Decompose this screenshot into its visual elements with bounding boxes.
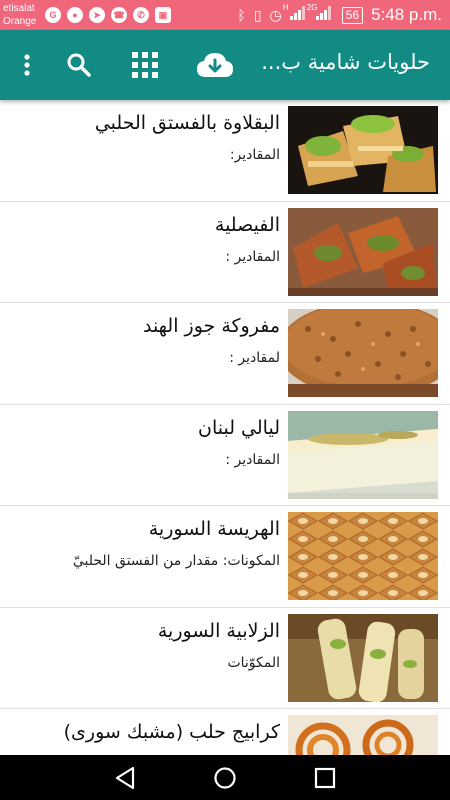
recipe-title: كرابيج حلب (مشبك سورى) bbox=[63, 721, 280, 743]
home-icon[interactable] bbox=[210, 763, 240, 793]
more-vert-icon[interactable] bbox=[9, 47, 45, 83]
network-h-label: H bbox=[282, 2, 289, 12]
recipe-title: البقلاوة بالفستق الحلبي bbox=[94, 112, 280, 134]
list-item[interactable]: الزلابية السورية المكوّنات bbox=[0, 607, 450, 709]
carrier-line-2: Orange bbox=[3, 16, 37, 27]
phone-icon: ☎ bbox=[111, 7, 127, 23]
recipe-subtitle: المكونات: مقدار من الفستق الحلبيّ bbox=[72, 553, 280, 569]
search-icon[interactable] bbox=[61, 47, 97, 83]
recipe-thumbnail bbox=[288, 613, 438, 702]
back-icon[interactable] bbox=[110, 763, 140, 793]
recipe-subtitle: المقادير : bbox=[225, 451, 280, 468]
gallery-icon: ▣ bbox=[155, 7, 171, 23]
alarm-icon: ◷ bbox=[269, 7, 282, 23]
bluetooth-icon: ᛒ bbox=[237, 7, 246, 23]
list-item[interactable]: الهريسة السورية المكونات: مقدار من الفست… bbox=[0, 506, 450, 608]
carrier-label: etisalat Orange bbox=[3, 2, 36, 28]
list-item[interactable]: البقلاوة بالفستق الحلبي المقادير: bbox=[0, 100, 450, 202]
telegram-icon: ➤ bbox=[89, 7, 105, 23]
download-cloud-icon[interactable] bbox=[195, 47, 235, 83]
system-status: ᛒ ▯ ◷ H 2G 56 5:48 p.m. bbox=[237, 3, 442, 25]
google-icon: G bbox=[45, 7, 61, 23]
carrier-line-1: etisalat bbox=[3, 3, 35, 14]
app-title: حلويات شامية ب... bbox=[261, 50, 430, 74]
grid-icon[interactable] bbox=[127, 47, 163, 83]
recipe-list[interactable]: البقلاوة بالفستق الحلبي المقادير: الفيصل… bbox=[0, 100, 450, 755]
recipe-thumbnail bbox=[288, 512, 438, 600]
recipe-title: الهريسة السورية bbox=[148, 518, 280, 540]
recipe-subtitle: المقادير: bbox=[229, 147, 280, 163]
recipe-title: ليالي لبنان bbox=[198, 416, 280, 439]
signal-2-icon bbox=[315, 5, 334, 20]
list-item[interactable]: مفروكة جوز الهند لمقادير : bbox=[0, 303, 450, 405]
recipe-title: مفروكة جوز الهند bbox=[142, 315, 280, 337]
vibrate-icon: ▯ bbox=[253, 7, 262, 23]
recipe-subtitle: المقادير : bbox=[225, 248, 280, 265]
recipe-subtitle: المكوّنات bbox=[227, 654, 280, 671]
recipe-thumbnail bbox=[288, 309, 438, 397]
recipe-thumbnail bbox=[288, 207, 438, 296]
status-bar: etisalat Orange G ● ➤ ☎ ✆ ▣ ᛒ ▯ ◷ H 2G 5… bbox=[0, 0, 450, 30]
recipe-thumbnail bbox=[288, 106, 438, 194]
whatsapp-icon: ✆ bbox=[133, 7, 149, 23]
signal-icon bbox=[289, 5, 308, 20]
app-bar: حلويات شامية ب... bbox=[0, 30, 450, 100]
clock: 5:48 p.m. bbox=[371, 5, 442, 24]
battery-indicator: 56 bbox=[341, 6, 364, 24]
recipe-title: الفيصلية bbox=[214, 213, 280, 236]
signal-h: H bbox=[283, 3, 308, 25]
chrome-icon: ● bbox=[67, 7, 83, 23]
list-item[interactable]: الفيصلية المقادير : bbox=[0, 201, 450, 303]
recipe-thumbnail bbox=[288, 410, 438, 499]
navigation-bar bbox=[0, 755, 450, 800]
notification-icons: G ● ➤ ☎ ✆ ▣ bbox=[45, 7, 171, 23]
recipe-subtitle: لمقادير : bbox=[229, 350, 280, 366]
recents-icon[interactable] bbox=[310, 763, 340, 793]
recipe-title: الزلابية السورية bbox=[157, 619, 280, 642]
list-item[interactable]: كرابيج حلب (مشبك سورى) bbox=[0, 709, 450, 755]
list-item[interactable]: ليالي لبنان المقادير : bbox=[0, 404, 450, 506]
signal-2g: 2G bbox=[307, 3, 334, 25]
recipe-thumbnail bbox=[288, 715, 438, 755]
